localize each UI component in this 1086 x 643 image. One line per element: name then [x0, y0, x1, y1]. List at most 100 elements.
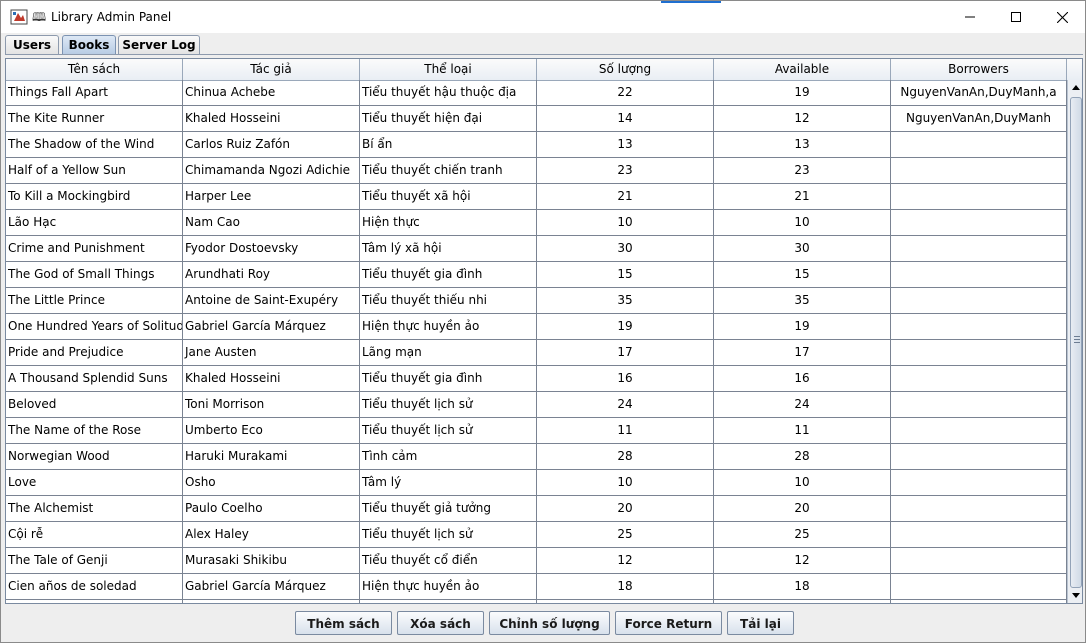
cell-author[interactable]: Umberto Eco: [183, 418, 360, 443]
cell-genre[interactable]: Tiểu thuyết thiếu nhi: [360, 288, 537, 313]
cell-author[interactable]: Alex Haley: [183, 522, 360, 547]
tab-books[interactable]: Books: [62, 35, 116, 54]
table-row[interactable]: Cội rễ Alex Haley Tiểu thuyết lịch sử 25 25: [6, 522, 1067, 548]
cell-quantity[interactable]: 28: [537, 444, 714, 469]
cell-author[interactable]: Gabriel García Márquez: [183, 574, 360, 599]
cell-borrowers[interactable]: [891, 236, 1067, 261]
cell-borrowers[interactable]: NguyenVanAn,DuyManh: [891, 106, 1067, 131]
minimize-button[interactable]: [947, 1, 993, 33]
cell-available[interactable]: 16: [714, 366, 891, 391]
force-return-button[interactable]: Force Return: [615, 611, 722, 635]
cell-genre[interactable]: Hiện thực huyền ảo: [360, 314, 537, 339]
cell-quantity[interactable]: 17: [537, 340, 714, 365]
scroll-down-button[interactable]: [1068, 588, 1082, 603]
cell-author[interactable]: Paulo Coelho: [183, 496, 360, 521]
cell-borrowers[interactable]: [891, 340, 1067, 365]
table-row[interactable]: The Kite Runner Khaled Hosseini Tiểu thuyế…: [6, 106, 1067, 132]
table-row[interactable]: A Thousand Splendid Suns Khaled Hosseini T…: [6, 366, 1067, 392]
cell-available[interactable]: 35: [714, 288, 891, 313]
cell-borrowers[interactable]: [891, 210, 1067, 235]
cell-borrowers[interactable]: [891, 314, 1067, 339]
cell-author[interactable]: Nam Cao: [183, 210, 360, 235]
cell-available[interactable]: 18: [714, 574, 891, 599]
cell-available[interactable]: 11: [714, 418, 891, 443]
table-row[interactable]: The Name of the Rose Umberto Eco Tiểu thuy…: [6, 418, 1067, 444]
close-button[interactable]: [1039, 1, 1085, 33]
cell-title[interactable]: Love: [6, 470, 183, 495]
cell-borrowers[interactable]: [891, 184, 1067, 209]
cell-genre[interactable]: Tiểu thuyết gia đình: [360, 262, 537, 287]
cell-available[interactable]: 15: [714, 262, 891, 287]
column-header-title[interactable]: Tên sách: [6, 59, 183, 80]
cell-title[interactable]: [6, 600, 183, 603]
table-row[interactable]: Lão Hạc Nam Cao Hiện thực 10 10: [6, 210, 1067, 236]
cell-author[interactable]: Murasaki Shikibu: [183, 548, 360, 573]
cell-quantity[interactable]: 12: [537, 548, 714, 573]
table-row[interactable]: To Kill a Mockingbird Harper Lee Tiểu thuy…: [6, 184, 1067, 210]
cell-title[interactable]: Things Fall Apart: [6, 80, 183, 105]
cell-quantity[interactable]: 21: [537, 184, 714, 209]
cell-author[interactable]: Gabriel García Márquez: [183, 314, 360, 339]
table-row[interactable]: The Little Prince Antoine de Saint-Exupér…: [6, 288, 1067, 314]
table-row[interactable]: Beloved Toni Morrison Tiểu thuyết lịch sử 2…: [6, 392, 1067, 418]
cell-genre[interactable]: Bí ẩn: [360, 132, 537, 157]
cell-title[interactable]: Beloved: [6, 392, 183, 417]
cell-title[interactable]: Half of a Yellow Sun: [6, 158, 183, 183]
cell-author[interactable]: Jane Austen: [183, 340, 360, 365]
books-table[interactable]: Tên sách Tác giả Thể loại Số lượng Avail…: [5, 58, 1083, 604]
cell-genre[interactable]: Tiểu thuyết hiện đại: [360, 106, 537, 131]
cell-title[interactable]: The Name of the Rose: [6, 418, 183, 443]
cell-genre[interactable]: [360, 600, 537, 603]
cell-borrowers[interactable]: [891, 288, 1067, 313]
cell-author[interactable]: Osho: [183, 470, 360, 495]
cell-available[interactable]: [714, 600, 891, 603]
edit-quantity-button[interactable]: Chỉnh số lượng: [489, 611, 610, 635]
cell-borrowers[interactable]: [891, 418, 1067, 443]
cell-author[interactable]: Chimamanda Ngozi Adichie: [183, 158, 360, 183]
cell-genre[interactable]: Tiểu thuyết hậu thuộc địa: [360, 80, 537, 105]
cell-quantity[interactable]: 23: [537, 158, 714, 183]
table-row[interactable]: [6, 600, 1067, 603]
cell-borrowers[interactable]: [891, 132, 1067, 157]
cell-author[interactable]: Fyodor Dostoevsky: [183, 236, 360, 261]
cell-author[interactable]: Chinua Achebe: [183, 80, 360, 105]
cell-available[interactable]: 21: [714, 184, 891, 209]
maximize-button[interactable]: [993, 1, 1039, 33]
cell-author[interactable]: Khaled Hosseini: [183, 106, 360, 131]
cell-title[interactable]: A Thousand Splendid Suns: [6, 366, 183, 391]
cell-borrowers[interactable]: [891, 522, 1067, 547]
cell-title[interactable]: Cội rễ: [6, 522, 183, 547]
cell-available[interactable]: 25: [714, 522, 891, 547]
table-row[interactable]: Norwegian Wood Haruki Murakami Tình cảm 28 2…: [6, 444, 1067, 470]
cell-author[interactable]: Carlos Ruiz Zafón: [183, 132, 360, 157]
table-row[interactable]: Love Osho Tâm lý 10 10: [6, 470, 1067, 496]
cell-title[interactable]: The God of Small Things: [6, 262, 183, 287]
cell-title[interactable]: The Tale of Genji: [6, 548, 183, 573]
table-row[interactable]: The Tale of Genji Murasaki Shikibu Tiểu th…: [6, 548, 1067, 574]
cell-available[interactable]: 19: [714, 314, 891, 339]
cell-author[interactable]: Haruki Murakami: [183, 444, 360, 469]
cell-quantity[interactable]: 15: [537, 262, 714, 287]
vertical-scrollbar[interactable]: [1067, 80, 1082, 603]
cell-borrowers[interactable]: [891, 366, 1067, 391]
cell-available[interactable]: 19: [714, 80, 891, 105]
cell-title[interactable]: Crime and Punishment: [6, 236, 183, 261]
table-row[interactable]: The Alchemist Paulo Coelho Tiểu thuyết giả…: [6, 496, 1067, 522]
cell-quantity[interactable]: 13: [537, 132, 714, 157]
cell-available[interactable]: 28: [714, 444, 891, 469]
cell-available[interactable]: 24: [714, 392, 891, 417]
cell-quantity[interactable]: 18: [537, 574, 714, 599]
cell-quantity[interactable]: 30: [537, 236, 714, 261]
add-book-button[interactable]: Thêm sách: [295, 611, 392, 635]
cell-title[interactable]: Lão Hạc: [6, 210, 183, 235]
cell-title[interactable]: One Hundred Years of Solitude: [6, 314, 183, 339]
cell-genre[interactable]: Hiện thực: [360, 210, 537, 235]
cell-quantity[interactable]: 24: [537, 392, 714, 417]
cell-quantity[interactable]: 10: [537, 210, 714, 235]
cell-quantity[interactable]: 14: [537, 106, 714, 131]
cell-genre[interactable]: Tiểu thuyết lịch sử: [360, 522, 537, 547]
column-header-author[interactable]: Tác giả: [183, 59, 360, 80]
cell-borrowers[interactable]: [891, 262, 1067, 287]
cell-borrowers[interactable]: NguyenVanAn,DuyManh,a: [891, 80, 1067, 105]
cell-title[interactable]: To Kill a Mockingbird: [6, 184, 183, 209]
